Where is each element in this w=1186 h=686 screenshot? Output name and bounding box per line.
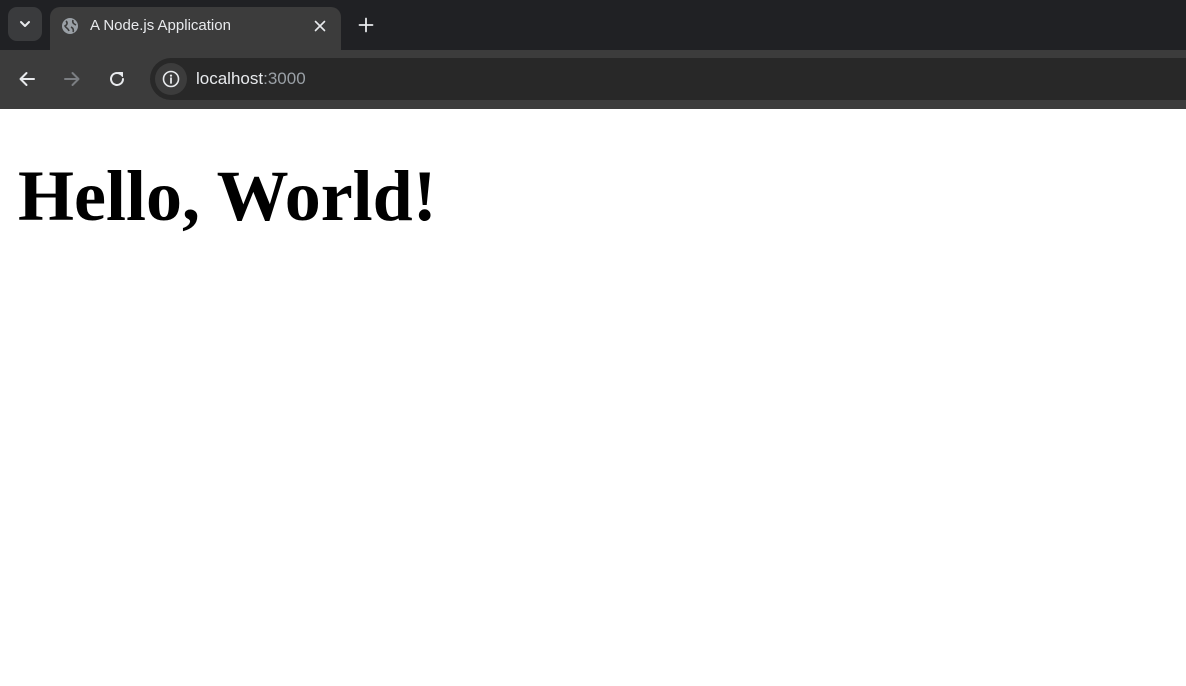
tab-close-button[interactable]	[309, 15, 331, 37]
site-info-button[interactable]	[155, 63, 187, 95]
tab-search-button[interactable]	[8, 7, 42, 41]
plus-icon	[358, 17, 374, 33]
back-button[interactable]	[12, 64, 42, 94]
reload-button[interactable]	[102, 64, 132, 94]
arrow-left-icon	[19, 72, 35, 86]
new-tab-button[interactable]	[353, 12, 379, 38]
globe-icon	[62, 18, 78, 34]
url-host: localhost	[196, 69, 264, 88]
tab-strip: A Node.js Application	[0, 0, 1186, 50]
page-heading: Hello, World!	[18, 156, 437, 236]
url-port: :3000	[263, 69, 306, 88]
info-icon	[162, 70, 180, 88]
close-icon	[314, 20, 326, 32]
arrow-right-icon	[64, 72, 80, 86]
tab-title: A Node.js Application	[90, 17, 231, 34]
toolbar-bottom-border	[0, 101, 1186, 109]
chevron-down-icon	[20, 21, 30, 27]
page-content: Hello, World!	[0, 109, 1186, 686]
url-text: localhost:3000	[196, 68, 306, 90]
address-bar[interactable]: localhost:3000	[150, 58, 1186, 100]
tab-active[interactable]: A Node.js Application	[50, 7, 341, 50]
forward-button[interactable]	[57, 64, 87, 94]
browser-window: A Node.js Application localhost:3000 Hel…	[0, 0, 1186, 686]
reload-icon	[110, 71, 124, 86]
